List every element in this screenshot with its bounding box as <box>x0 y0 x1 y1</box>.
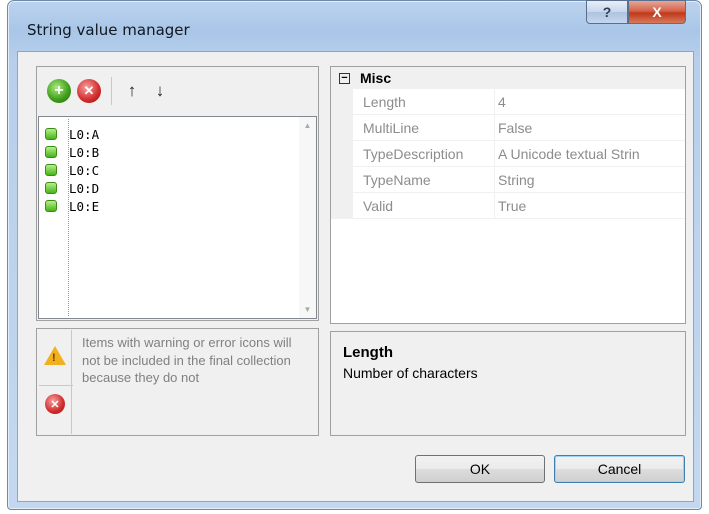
list-item[interactable]: L0:A <box>45 125 99 143</box>
column-divider <box>494 193 495 218</box>
property-value: False <box>498 120 533 136</box>
description-pane: Length Number of characters <box>330 331 686 436</box>
category-row-misc[interactable]: − Misc <box>331 67 685 89</box>
valid-status-icon <box>45 200 57 212</box>
ok-button[interactable]: OK <box>415 455 545 483</box>
list-item[interactable]: L0:B <box>45 143 99 161</box>
column-divider <box>494 141 495 166</box>
list-item-label: L0:C <box>69 162 100 178</box>
remove-item-button[interactable]: ✕ <box>77 79 101 103</box>
property-row[interactable]: Valid True <box>331 193 685 219</box>
items-list[interactable]: L0:A L0:B L0:C L0:D L0:E ▲ ▼ <box>38 116 317 319</box>
property-value: String <box>498 172 535 188</box>
warning-exclamation: ! <box>52 352 56 364</box>
list-item-label: L0:E <box>69 198 100 214</box>
cancel-button[interactable]: Cancel <box>554 455 685 483</box>
toolbar-separator <box>111 77 112 105</box>
row-gutter <box>331 193 353 218</box>
property-row[interactable]: TypeName String <box>331 167 685 193</box>
dialog-window: String value manager ? X + ✕ ↑ ↓ L0:A L0… <box>7 0 702 510</box>
list-item-label: L0:D <box>69 180 100 196</box>
collection-toolbar: + ✕ ↑ ↓ <box>37 67 318 115</box>
property-value: 4 <box>498 94 506 110</box>
column-divider <box>494 89 495 114</box>
valid-status-icon <box>45 182 57 194</box>
scroll-up-arrow-icon[interactable]: ▲ <box>299 117 316 134</box>
category-label: Misc <box>360 70 392 86</box>
help-button[interactable]: ? <box>586 0 628 24</box>
list-scrollbar[interactable]: ▲ ▼ <box>299 117 316 318</box>
warning-icon-column: ! ✕ <box>38 330 73 434</box>
dialog-client-area: + ✕ ↑ ↓ L0:A L0:B L0:C L0:D L0:E ▲ ▼ ! ✕… <box>17 51 694 502</box>
property-name: Valid <box>363 198 394 214</box>
valid-status-icon <box>45 164 57 176</box>
valid-status-icon <box>45 146 57 158</box>
warning-pane: ! ✕ Items with warning or error icons wi… <box>36 328 319 436</box>
title-bar[interactable]: String value manager ? X <box>8 0 701 51</box>
plus-icon: + <box>54 82 64 99</box>
add-item-button[interactable]: + <box>47 79 71 103</box>
close-button[interactable]: X <box>628 0 686 24</box>
row-gutter <box>331 167 353 192</box>
x-icon: ✕ <box>83 83 95 98</box>
property-row[interactable]: MultiLine False <box>331 115 685 141</box>
list-item-label: L0:B <box>69 144 100 160</box>
property-value: A Unicode textual Strin <box>498 146 640 162</box>
list-item-label: L0:A <box>69 126 100 142</box>
icon-divider <box>39 385 73 386</box>
column-divider <box>494 115 495 140</box>
arrow-up-icon: ↑ <box>127 81 137 100</box>
collapse-icon[interactable]: − <box>339 72 350 84</box>
description-text: Number of characters <box>343 365 478 381</box>
collection-pane: + ✕ ↑ ↓ L0:A L0:B L0:C L0:D L0:E ▲ ▼ <box>36 66 319 321</box>
property-value: True <box>498 198 527 214</box>
property-name: TypeName <box>363 172 431 188</box>
arrow-down-icon: ↓ <box>155 81 165 100</box>
property-grid[interactable]: − Misc Length 4 MultiLine False TypeDesc… <box>330 66 686 324</box>
window-title: String value manager <box>27 21 190 39</box>
row-gutter <box>331 89 353 114</box>
scroll-down-arrow-icon[interactable]: ▼ <box>299 301 316 318</box>
list-item[interactable]: L0:E <box>45 197 99 215</box>
description-title: Length <box>343 344 393 361</box>
list-item[interactable]: L0:D <box>45 179 99 197</box>
property-row[interactable]: Length 4 <box>331 89 685 115</box>
row-gutter <box>331 115 353 140</box>
move-down-button[interactable]: ↓ <box>150 80 170 102</box>
warning-text: Items with warning or error icons will n… <box>82 335 292 385</box>
property-name: TypeDescription <box>363 146 464 162</box>
row-gutter <box>331 141 353 166</box>
property-name: MultiLine <box>363 120 420 136</box>
valid-status-icon <box>45 128 57 140</box>
property-name: Length <box>363 94 406 110</box>
move-up-button[interactable]: ↑ <box>122 80 142 102</box>
list-item[interactable]: L0:C <box>45 161 99 179</box>
error-icon: ✕ <box>45 394 65 414</box>
property-row[interactable]: TypeDescription A Unicode textual Strin <box>331 141 685 167</box>
column-divider <box>494 167 495 192</box>
